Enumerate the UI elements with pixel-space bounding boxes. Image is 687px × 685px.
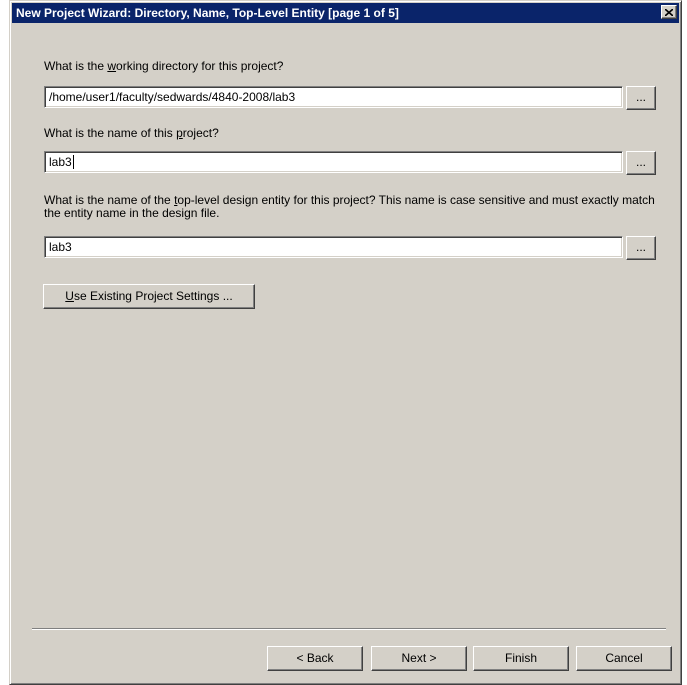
window-title: New Project Wizard: Directory, Name, Top… bbox=[16, 6, 399, 20]
use-existing-settings-button[interactable]: Use Existing Project Settings ... bbox=[43, 284, 255, 309]
project-name-browse-button[interactable]: ... bbox=[626, 151, 656, 175]
top-level-entity-browse-button[interactable]: ... bbox=[626, 236, 656, 260]
back-button[interactable]: < Back bbox=[267, 646, 363, 671]
title-bar[interactable]: New Project Wizard: Directory, Name, Top… bbox=[12, 3, 679, 23]
next-button[interactable]: Next > bbox=[371, 646, 467, 671]
close-icon bbox=[664, 3, 674, 22]
finish-button[interactable]: Finish bbox=[473, 646, 569, 671]
cancel-button[interactable]: Cancel bbox=[576, 646, 672, 671]
new-project-wizard-window: New Project Wizard: Directory, Name, Top… bbox=[9, 0, 682, 685]
project-name-input[interactable]: lab3 bbox=[44, 151, 623, 173]
footer-separator bbox=[32, 628, 666, 630]
working-directory-input[interactable]: /home/user1/faculty/sedwards/4840-2008/l… bbox=[44, 86, 623, 108]
text-caret bbox=[72, 155, 74, 169]
top-level-entity-label: What is the name of the top-level design… bbox=[44, 193, 655, 220]
working-directory-label: What is the working directory for this p… bbox=[44, 59, 284, 73]
working-directory-browse-button[interactable]: ... bbox=[626, 86, 656, 110]
project-name-label: What is the name of this project? bbox=[44, 126, 219, 140]
top-level-entity-input[interactable]: lab3 bbox=[44, 236, 623, 258]
close-button[interactable] bbox=[661, 5, 677, 19]
